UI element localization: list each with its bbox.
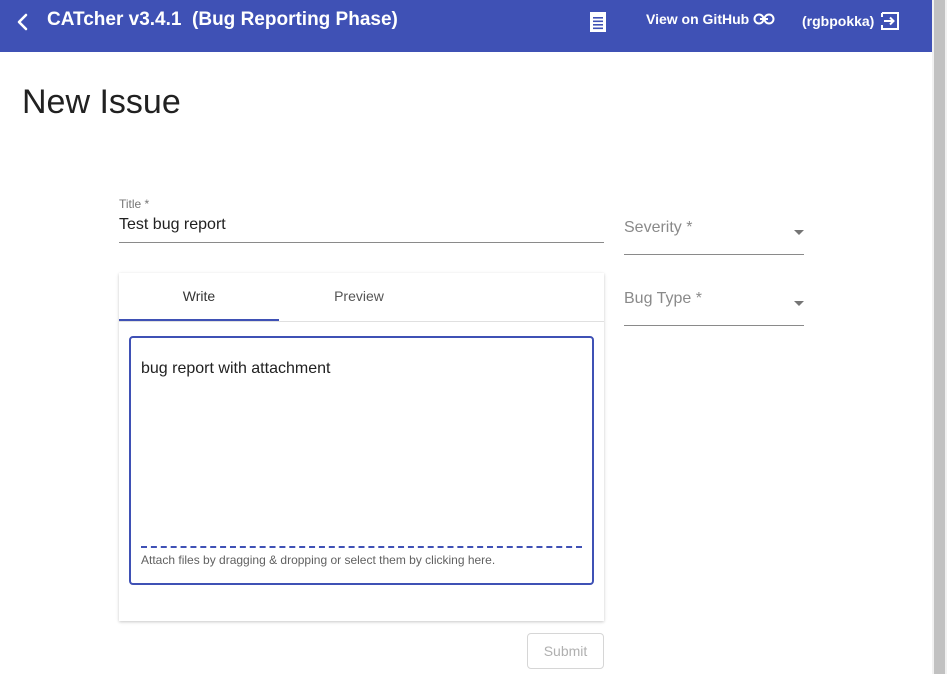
title-input[interactable] — [119, 216, 604, 234]
tab-write[interactable]: Write — [119, 273, 279, 321]
attachment-dropzone-border — [141, 546, 582, 548]
page-title: New Issue — [22, 83, 181, 121]
chevron-left-icon — [17, 13, 28, 31]
view-on-github-link[interactable]: View on GitHub — [646, 11, 775, 27]
severity-select[interactable]: Severity * — [624, 219, 804, 255]
title-label: Title * — [119, 197, 150, 211]
attachment-dropzone[interactable]: Attach files by dragging & dropping or s… — [141, 553, 495, 567]
tab-preview[interactable]: Preview — [279, 273, 439, 321]
severity-underline — [624, 254, 804, 255]
editor-tabs: Write Preview — [119, 273, 604, 322]
arrow-drop-down-icon — [794, 230, 804, 235]
scrollbar-thumb[interactable] — [934, 0, 945, 674]
description-editor: Write Preview bug report with attachment… — [119, 273, 604, 621]
title-underline — [119, 242, 604, 243]
log-icon — [590, 12, 606, 32]
link-icon — [753, 13, 775, 25]
bug-type-placeholder: Bug Type * — [624, 290, 702, 307]
severity-placeholder: Severity * — [624, 219, 693, 236]
top-toolbar: CATcher v3.4.1 (Bug Reporting Phase) Vie… — [0, 0, 932, 52]
back-button[interactable] — [12, 10, 34, 34]
description-field: bug report with attachment Attach files … — [129, 336, 594, 585]
session-log-button[interactable] — [586, 10, 610, 34]
submit-button[interactable]: Submit — [527, 633, 604, 669]
logout-button[interactable]: (rgbpokka) — [802, 11, 900, 31]
description-textarea[interactable]: bug report with attachment — [141, 360, 581, 540]
logout-icon — [881, 12, 900, 30]
app-title: CATcher v3.4.1 (Bug Reporting Phase) — [47, 9, 398, 30]
bug-type-select[interactable]: Bug Type * — [624, 290, 804, 326]
bug-type-underline — [624, 325, 804, 326]
title-field: Title * — [119, 196, 604, 243]
view-on-github-label: View on GitHub — [646, 11, 750, 27]
username-label: (rgbpokka) — [802, 13, 875, 29]
active-tab-indicator — [119, 319, 279, 321]
arrow-drop-down-icon — [794, 301, 804, 306]
